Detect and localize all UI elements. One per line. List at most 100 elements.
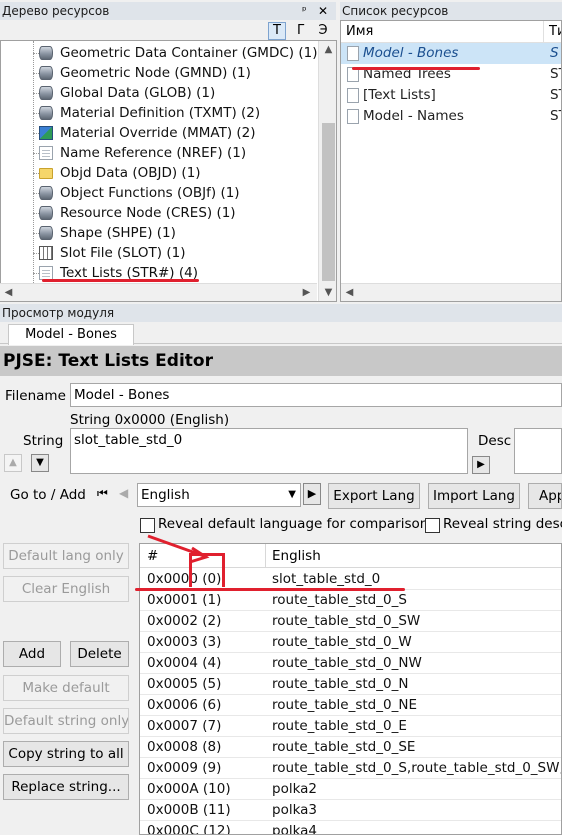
language-select[interactable]: English ▼ <box>137 483 301 507</box>
tree-item-label: Material Override (MMAT) (2) <box>60 125 256 141</box>
document-icon <box>347 46 359 61</box>
grid-column-english[interactable]: English <box>272 548 321 564</box>
tree-item-label: Object Functions (OBJf) (1) <box>60 185 240 201</box>
make-default-button[interactable]: Make default <box>3 675 129 701</box>
scroll-left-icon[interactable]: ◀ <box>0 284 17 301</box>
grid-cell-text: route_table_std_0_N <box>272 676 409 692</box>
grid-row[interactable]: 0x0006 (6) route_table_std_0_NE <box>140 695 561 716</box>
grid-cell-id: 0x0004 (4) <box>147 655 222 671</box>
grid-row[interactable]: 0x0009 (9) route_table_std_0_S,route_tabl… <box>140 758 561 779</box>
first-record-icon[interactable]: ⏮ <box>97 485 108 501</box>
import-lang-button[interactable]: Import Lang <box>428 483 520 509</box>
prev-record-icon[interactable]: ◀ <box>119 485 128 501</box>
tree-item[interactable]: Global Data (GLOB) (1) <box>1 83 317 103</box>
list-scroll-left-icon[interactable]: ◀ <box>341 284 358 301</box>
list-item-name: Model - Bones <box>363 45 459 61</box>
grid-cell-text: polka3 <box>272 802 318 818</box>
export-lang-button[interactable]: Export Lang <box>328 483 420 509</box>
grid-cell-text: polka2 <box>272 781 318 797</box>
goto-label: Go to / Add <box>10 487 86 503</box>
resource-tree-title: Дерево ресурсов <box>2 4 110 18</box>
list-header: Имя Ти <box>341 21 561 43</box>
desc-label: Desc <box>478 433 512 449</box>
next-record-icon[interactable]: ▶ <box>303 483 321 505</box>
scroll-down-icon[interactable]: ▼ <box>320 284 336 301</box>
pin-icon[interactable]: ᵖ <box>302 2 307 20</box>
grid-row[interactable]: 0x0001 (1) route_table_std_0_S <box>140 590 561 611</box>
view-button-t[interactable]: Т <box>268 22 286 40</box>
grid-cell-id: 0x0003 (3) <box>147 634 222 650</box>
tree-item[interactable]: Objd Data (OBJD) (1) <box>1 163 317 183</box>
grid-row[interactable]: 0x0002 (2) route_table_std_0_SW <box>140 611 561 632</box>
grid-cell-text: route_table_std_0_NW <box>272 655 422 671</box>
move-up-icon[interactable]: ▲ <box>4 454 22 472</box>
tree-scrollbar[interactable]: ▲ ▼ <box>318 41 336 301</box>
grid-cell-text: polka4 <box>272 823 318 835</box>
replace-string-button[interactable]: Replace string... <box>3 774 129 800</box>
view-button-e[interactable]: Э <box>314 22 332 40</box>
default-lang-only-button[interactable]: Default lang only <box>3 543 129 569</box>
tree-item[interactable]: Shape (SHPE) (1) <box>1 223 317 243</box>
tree-item[interactable]: Geometric Node (GMND) (1) <box>1 63 317 83</box>
tab-model-bones[interactable]: Model - Bones <box>8 324 134 345</box>
list-item-type: S <box>550 45 559 61</box>
view-button-g[interactable]: Г <box>292 22 310 40</box>
annotation-underline-first-row <box>135 588 405 591</box>
tree-item[interactable]: Geometric Data Container (GMDC) (1) <box>1 43 317 63</box>
delete-button[interactable]: Delete <box>70 641 129 667</box>
column-name[interactable]: Имя <box>346 24 373 39</box>
tree-hscrollbar[interactable]: ◀ ▶ <box>0 283 317 301</box>
resource-tree-title-bar: Дерево ресурсов <box>0 2 336 20</box>
cylinder-icon <box>39 66 53 80</box>
clear-english-button[interactable]: Clear English <box>3 576 129 602</box>
list-item[interactable]: [Text Lists] ST <box>341 85 561 106</box>
tree-item[interactable]: Slot File (SLOT) (1) <box>1 243 317 263</box>
annotation-underline-model-bones <box>352 67 480 70</box>
app-button[interactable]: App <box>528 483 562 509</box>
tree-item[interactable]: Name Reference (NREF) (1) <box>1 143 317 163</box>
list-item[interactable]: Model - Names ST <box>341 106 561 127</box>
resource-tree[interactable]: Geometric Data Container (GMDC) (1) Geome… <box>0 40 337 302</box>
grid-row[interactable]: 0x0004 (4) route_table_std_0_NW <box>140 653 561 674</box>
grid-row[interactable]: 0x0005 (5) route_table_std_0_N <box>140 674 561 695</box>
column-type[interactable]: Ти <box>549 24 561 39</box>
move-down-icon[interactable]: ▼ <box>31 454 49 472</box>
filename-field[interactable]: Model - Bones <box>70 383 562 407</box>
tree-item[interactable]: Material Override (MMAT) (2) <box>1 123 317 143</box>
grid-row[interactable]: 0x0003 (3) route_table_std_0_W <box>140 632 561 653</box>
grid-row[interactable]: 0x000C (12) polka4 <box>140 821 561 835</box>
grid-cell-text: route_table_std_0_SW <box>272 613 421 629</box>
desc-expand-icon[interactable]: ▶ <box>472 456 490 474</box>
reveal-desc-label: Reveal string descri <box>443 516 562 532</box>
cylinder-icon <box>39 46 53 60</box>
string-value-textarea[interactable]: slot_table_std_0 <box>70 428 468 474</box>
tree-item[interactable]: Object Functions (OBJf) (1) <box>1 183 317 203</box>
grid-row[interactable]: 0x000A (10) polka2 <box>140 779 561 800</box>
tree-item-label: Geometric Data Container (GMDC) (1) <box>60 45 318 61</box>
document-icon <box>347 109 359 124</box>
desc-textarea[interactable] <box>514 428 562 474</box>
tree-item[interactable]: Resource Node (CRES) (1) <box>1 203 317 223</box>
tree-item[interactable]: Material Definition (TXMT) (2) <box>1 103 317 123</box>
list-item[interactable]: Model - Bones S <box>341 43 561 64</box>
scroll-thumb[interactable] <box>322 123 335 281</box>
module-view-title: Просмотр модуля <box>2 306 115 320</box>
grid-row[interactable]: 0x0007 (7) route_table_std_0_E <box>140 716 561 737</box>
default-string-only-button[interactable]: Default string only <box>3 708 129 734</box>
editor-header: PJSE: Text Lists Editor <box>0 346 562 376</box>
cylinder-icon <box>39 86 53 100</box>
chevron-down-icon: ▼ <box>288 489 296 500</box>
close-icon[interactable]: ✕ <box>318 2 328 20</box>
scroll-right-icon[interactable]: ▶ <box>298 284 315 301</box>
add-button[interactable]: Add <box>3 641 61 667</box>
list-hscrollbar[interactable]: ◀ <box>341 283 561 301</box>
resource-list[interactable]: Имя Ти Model - BonesSNamed TreesST[Text … <box>340 20 562 302</box>
copy-string-to-all-button[interactable]: Copy string to all <box>3 741 129 767</box>
scroll-up-icon[interactable]: ▲ <box>320 41 336 58</box>
grid-cell-text: slot_table_std_0 <box>272 571 381 587</box>
reveal-desc-checkbox[interactable] <box>425 518 440 533</box>
module-view-title-bar: Просмотр модуля <box>0 304 562 322</box>
string-caption: String 0x0000 (English) <box>70 412 230 428</box>
grid-row[interactable]: 0x000B (11) polka3 <box>140 800 561 821</box>
grid-row[interactable]: 0x0008 (8) route_table_std_0_SE <box>140 737 561 758</box>
